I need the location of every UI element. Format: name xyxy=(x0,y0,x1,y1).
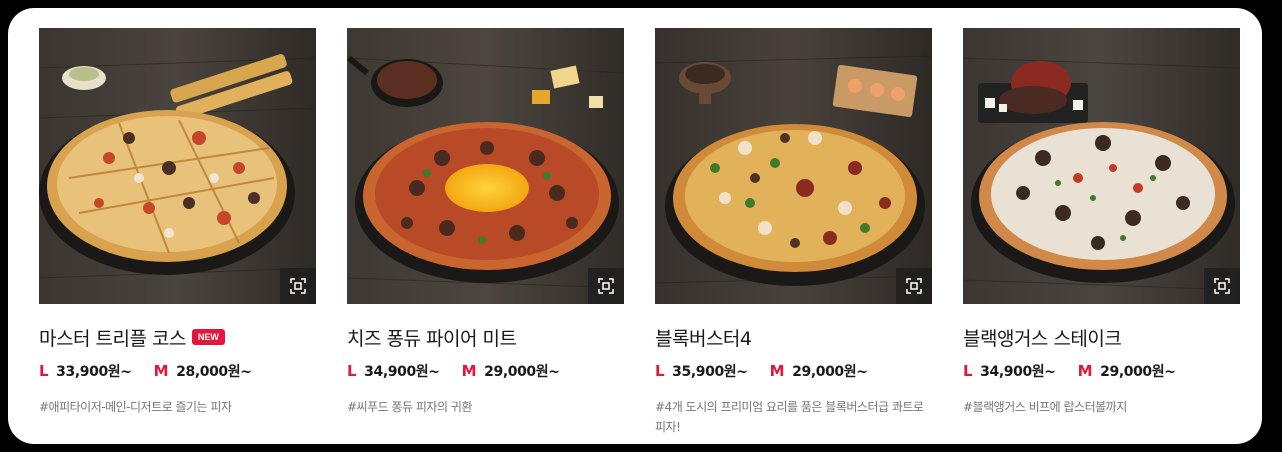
price-m: 29,000원~ xyxy=(484,364,560,380)
product-name[interactable]: 블록버스터4 xyxy=(655,324,752,351)
size-m-label: M xyxy=(153,362,169,380)
size-l-label: L xyxy=(963,362,973,380)
price-row: L 35,900원~ M 29,000원~ xyxy=(655,361,932,381)
size-l-label: L xyxy=(39,362,49,380)
product-card-master-triple[interactable]: 마스터 트리플 코스 NEW L 33,900원~ M 28,000원~ #애피… xyxy=(39,28,316,417)
price-l: 35,900원~ xyxy=(672,364,748,380)
product-description: #애피타이저-메인-디저트로 즐기는 피자 xyxy=(39,400,232,414)
product-card-blockbuster4[interactable]: 블록버스터4 L 35,900원~ M 29,000원~ #4개 도시의 프리미… xyxy=(655,28,932,437)
pizza-photo xyxy=(347,28,624,304)
product-image[interactable] xyxy=(39,28,316,304)
zoom-expand-icon xyxy=(1214,278,1230,294)
price-m: 29,000원~ xyxy=(1100,364,1176,380)
zoom-expand-icon xyxy=(598,278,614,294)
size-l-label: L xyxy=(347,362,357,380)
zoom-expand-icon xyxy=(290,278,306,294)
zoom-button[interactable] xyxy=(280,268,316,304)
zoom-button[interactable] xyxy=(896,268,932,304)
pizza-photo xyxy=(39,28,316,304)
product-description: #4개 도시의 프리미엄 요리를 품은 블록버스터급 콰트로 피자! xyxy=(655,400,924,434)
price-m: 29,000원~ xyxy=(792,364,868,380)
price-row: L 34,900원~ M 29,000원~ xyxy=(963,361,1240,381)
product-name[interactable]: 마스터 트리플 코스 xyxy=(39,324,186,351)
price-m: 28,000원~ xyxy=(176,364,252,380)
zoom-button[interactable] xyxy=(588,268,624,304)
product-name[interactable]: 블랙앵거스 스테이크 xyxy=(963,324,1122,351)
product-image[interactable] xyxy=(347,28,624,304)
new-badge: NEW xyxy=(191,329,225,345)
size-m-label: M xyxy=(769,362,785,380)
size-l-label: L xyxy=(655,362,665,380)
price-row: L 33,900원~ M 28,000원~ xyxy=(39,361,316,381)
zoom-button[interactable] xyxy=(1204,268,1240,304)
product-image[interactable] xyxy=(963,28,1240,304)
size-m-label: M xyxy=(461,362,477,380)
product-name[interactable]: 치즈 퐁듀 파이어 미트 xyxy=(347,324,517,351)
pizza-photo xyxy=(963,28,1240,304)
zoom-expand-icon xyxy=(906,278,922,294)
price-l: 34,900원~ xyxy=(364,364,440,380)
size-m-label: M xyxy=(1077,362,1093,380)
product-description: #블랙앵거스 비프에 랍스터볼까지 xyxy=(963,400,1127,414)
product-card-black-angus[interactable]: 블랙앵거스 스테이크 L 34,900원~ M 29,000원~ #블랙앵거스 … xyxy=(963,28,1240,417)
price-l: 33,900원~ xyxy=(56,364,132,380)
product-list-panel: 마스터 트리플 코스 NEW L 33,900원~ M 28,000원~ #애피… xyxy=(8,8,1262,444)
price-row: L 34,900원~ M 29,000원~ xyxy=(347,361,624,381)
product-image[interactable] xyxy=(655,28,932,304)
pizza-photo xyxy=(655,28,932,304)
product-card-cheese-fondue[interactable]: 치즈 퐁듀 파이어 미트 L 34,900원~ M 29,000원~ #씨푸드 … xyxy=(347,28,624,417)
product-description: #씨푸드 퐁듀 피자의 귀환 xyxy=(347,400,472,414)
price-l: 34,900원~ xyxy=(980,364,1056,380)
